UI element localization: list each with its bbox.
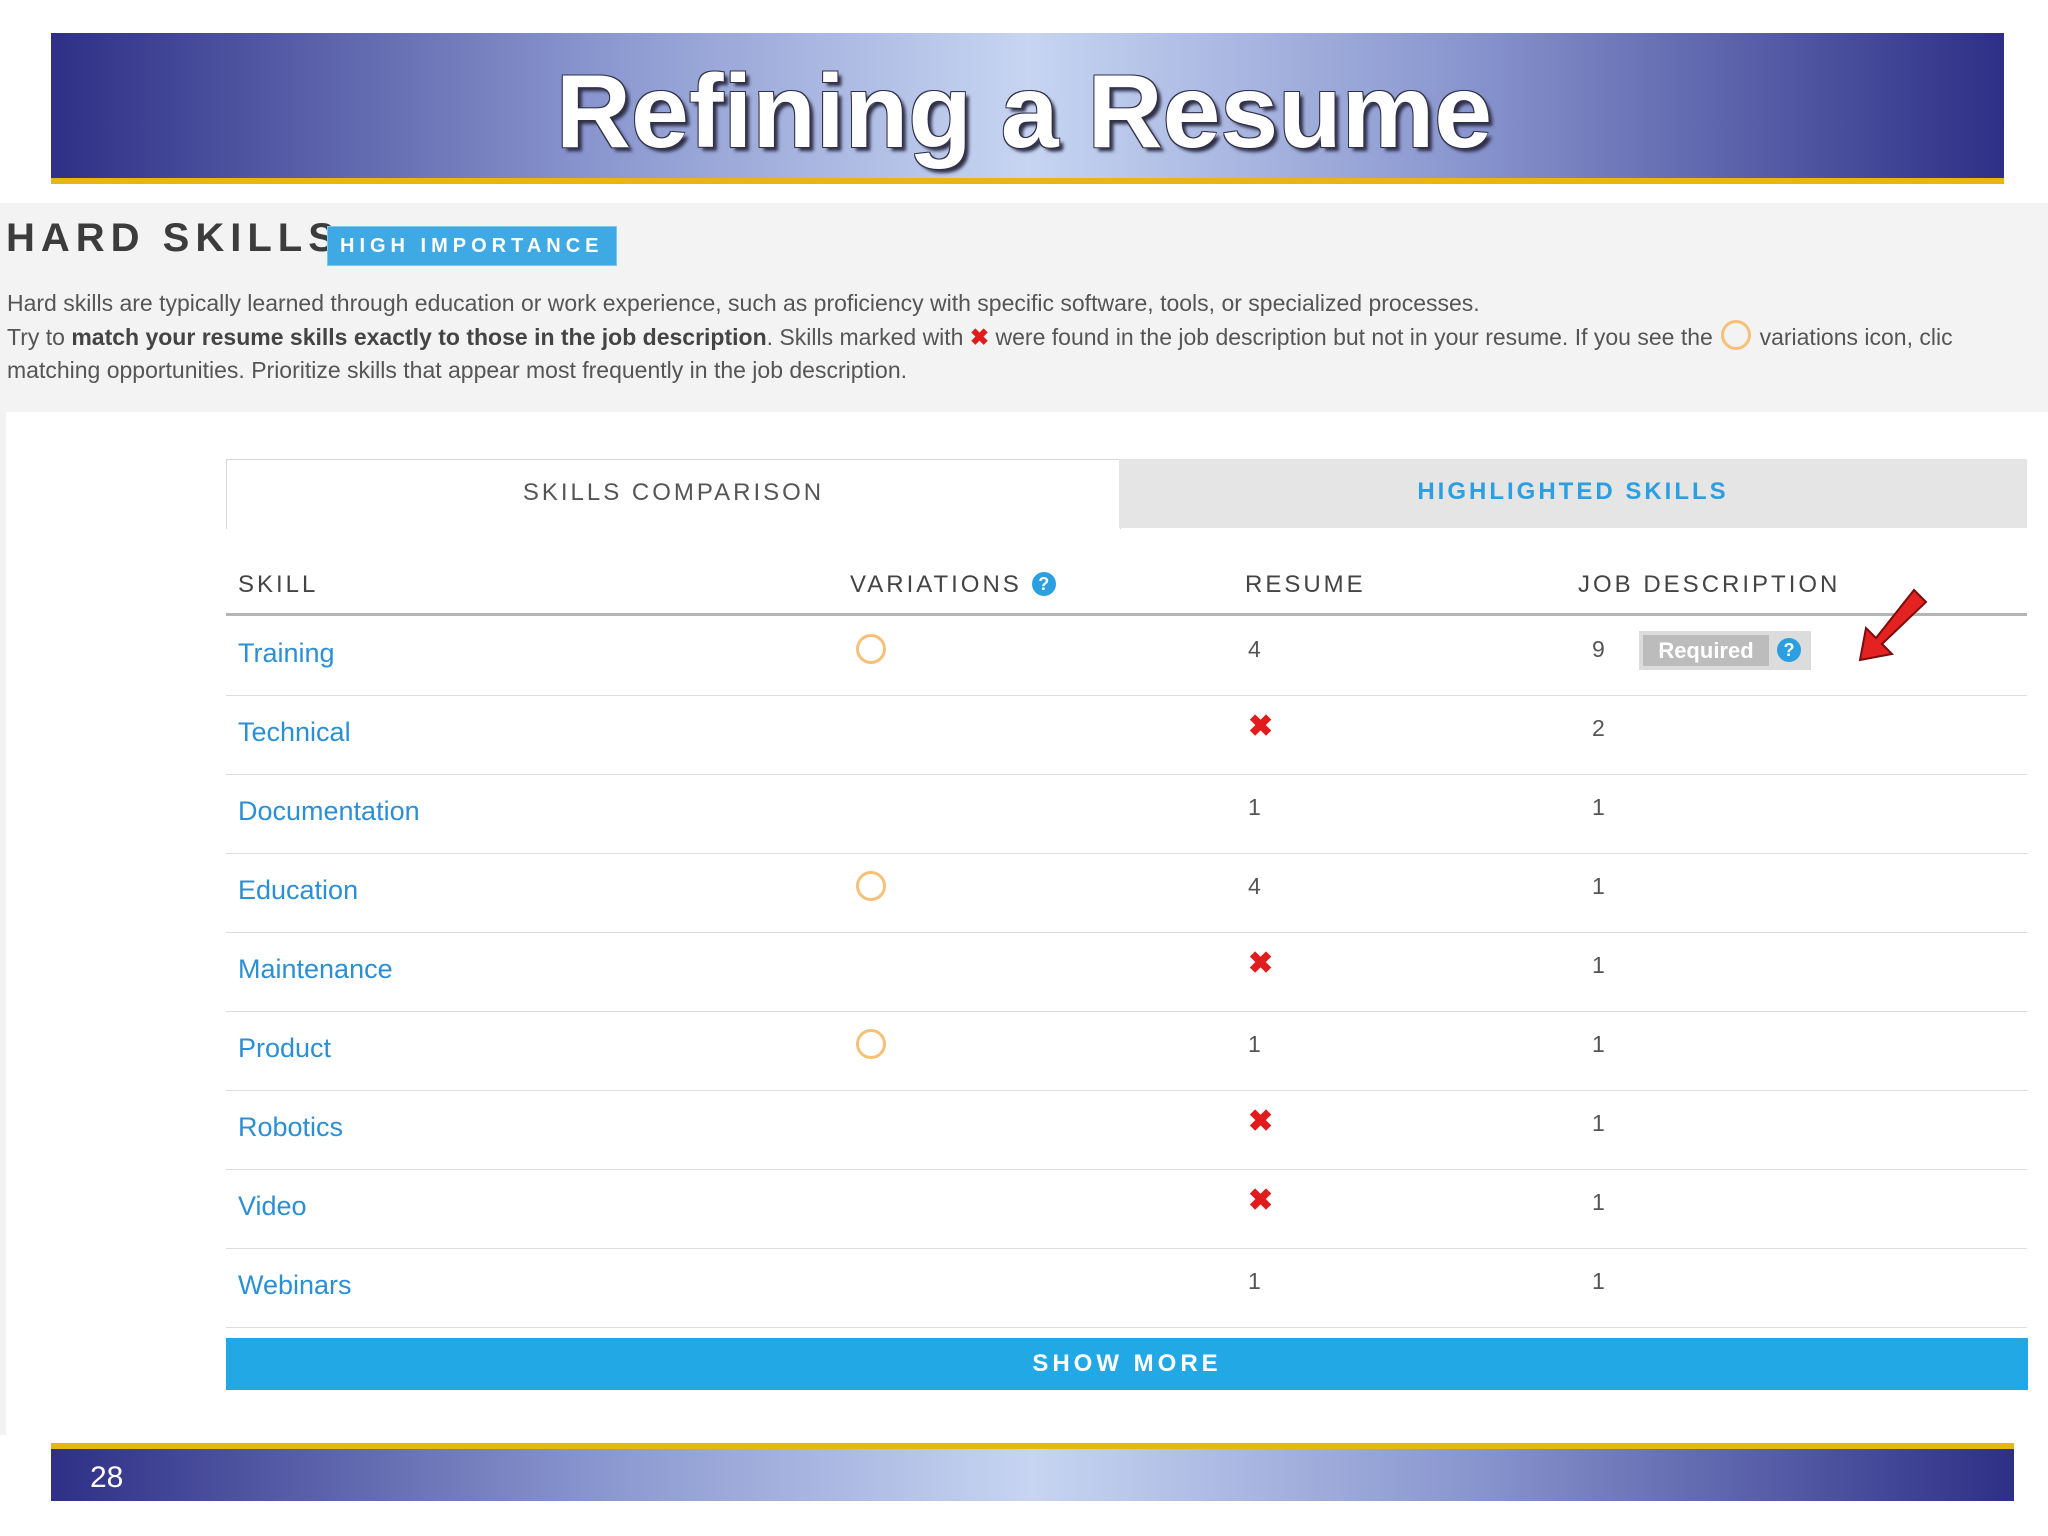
tab-highlighted-skills[interactable]: HIGHLIGHTED SKILLS [1119, 459, 2027, 528]
skill-link[interactable]: Maintenance [238, 954, 393, 985]
help-icon[interactable]: ? [1031, 572, 1056, 596]
skill-link[interactable]: Training [238, 638, 335, 669]
table-row: Webinars 1 1 [226, 1248, 2027, 1328]
column-header-skill: SKILL [238, 571, 319, 598]
missing-x-icon: ✖ [1248, 947, 1274, 980]
resume-count: 1 [1248, 794, 1261, 820]
footer-banner: 28 [51, 1443, 2014, 1501]
resume-count: 4 [1248, 873, 1261, 899]
resume-count: 1 [1248, 1031, 1261, 1057]
page-number: 28 [90, 1461, 124, 1494]
missing-x-icon: ✖ [1248, 1184, 1274, 1217]
table-row: Documentation 1 1 [226, 774, 2027, 854]
variations-icon[interactable] [856, 634, 886, 664]
skill-link[interactable]: Education [238, 875, 358, 906]
description-line-1: Hard skills are typically learned throug… [7, 290, 1480, 316]
tab-skills-comparison[interactable]: SKILLS COMPARISON [226, 459, 1121, 529]
slide-title: Refining a Resume [555, 54, 1493, 170]
column-header-job-description: JOB DESCRIPTION [1578, 571, 1841, 598]
table-row: Technical ✖ 2 [226, 695, 2027, 775]
table-row: Robotics ✖ 1 [226, 1090, 2027, 1170]
missing-x-icon: ✖ [969, 324, 990, 350]
skill-link[interactable]: Webinars [238, 1270, 352, 1301]
job-description-count: 1 [1592, 952, 1605, 978]
job-description-count: 1 [1592, 873, 1605, 899]
job-description-count: 9 [1592, 636, 1605, 662]
job-description-count: 1 [1592, 1189, 1605, 1215]
table-row: Education 4 1 [226, 853, 2027, 933]
variations-ring-icon [1721, 320, 1752, 350]
skill-link[interactable]: Documentation [238, 796, 420, 827]
red-arrow-icon [1858, 588, 1928, 662]
importance-badge: HIGH IMPORTANCE [327, 226, 617, 266]
table-row: Training 4 9 Required? [226, 616, 2027, 696]
job-description-count: 1 [1592, 794, 1605, 820]
job-description-count: 1 [1592, 1268, 1605, 1294]
skills-card: SKILLS COMPARISON HIGHLIGHTED SKILLS SKI… [6, 412, 2048, 1435]
description-line-3: matching opportunities. Prioritize skill… [7, 357, 908, 383]
job-description-count: 2 [1592, 715, 1605, 741]
show-more-button[interactable]: SHOW MORE [226, 1338, 2028, 1390]
section-description: Hard skills are typically learned throug… [7, 287, 2047, 387]
column-header-resume: RESUME [1245, 571, 1366, 598]
variations-icon[interactable] [856, 871, 886, 901]
section-header: HARD SKILLS [6, 216, 341, 260]
table-row: Product 1 1 [226, 1011, 2027, 1091]
missing-x-icon: ✖ [1248, 1105, 1274, 1138]
table-row: Maintenance ✖ 1 [226, 932, 2027, 1012]
resume-count: 4 [1248, 636, 1261, 662]
skill-link[interactable]: Video [238, 1191, 307, 1222]
variations-icon[interactable] [856, 1029, 886, 1059]
skill-link[interactable]: Robotics [238, 1112, 343, 1143]
job-description-count: 1 [1592, 1031, 1605, 1057]
skill-link[interactable]: Technical [238, 717, 351, 748]
skill-link[interactable]: Product [238, 1033, 331, 1064]
screenshot-panel: HARD SKILLS HIGH IMPORTANCE Hard skills … [0, 203, 2048, 1435]
missing-x-icon: ✖ [1248, 710, 1274, 743]
resume-count: 1 [1248, 1268, 1261, 1294]
table-row: Video ✖ 1 [226, 1169, 2027, 1249]
job-description-count: 1 [1592, 1110, 1605, 1136]
column-header-variations: VARIATIONS? [850, 571, 1056, 599]
description-line-2: Try to match your resume skills exactly … [7, 320, 2047, 354]
help-icon[interactable]: ? [1777, 638, 1801, 662]
required-badge: Required? [1639, 631, 1811, 670]
required-label[interactable]: Required [1643, 635, 1769, 666]
description-emphasis: match your resume skills exactly to thos… [71, 324, 767, 350]
